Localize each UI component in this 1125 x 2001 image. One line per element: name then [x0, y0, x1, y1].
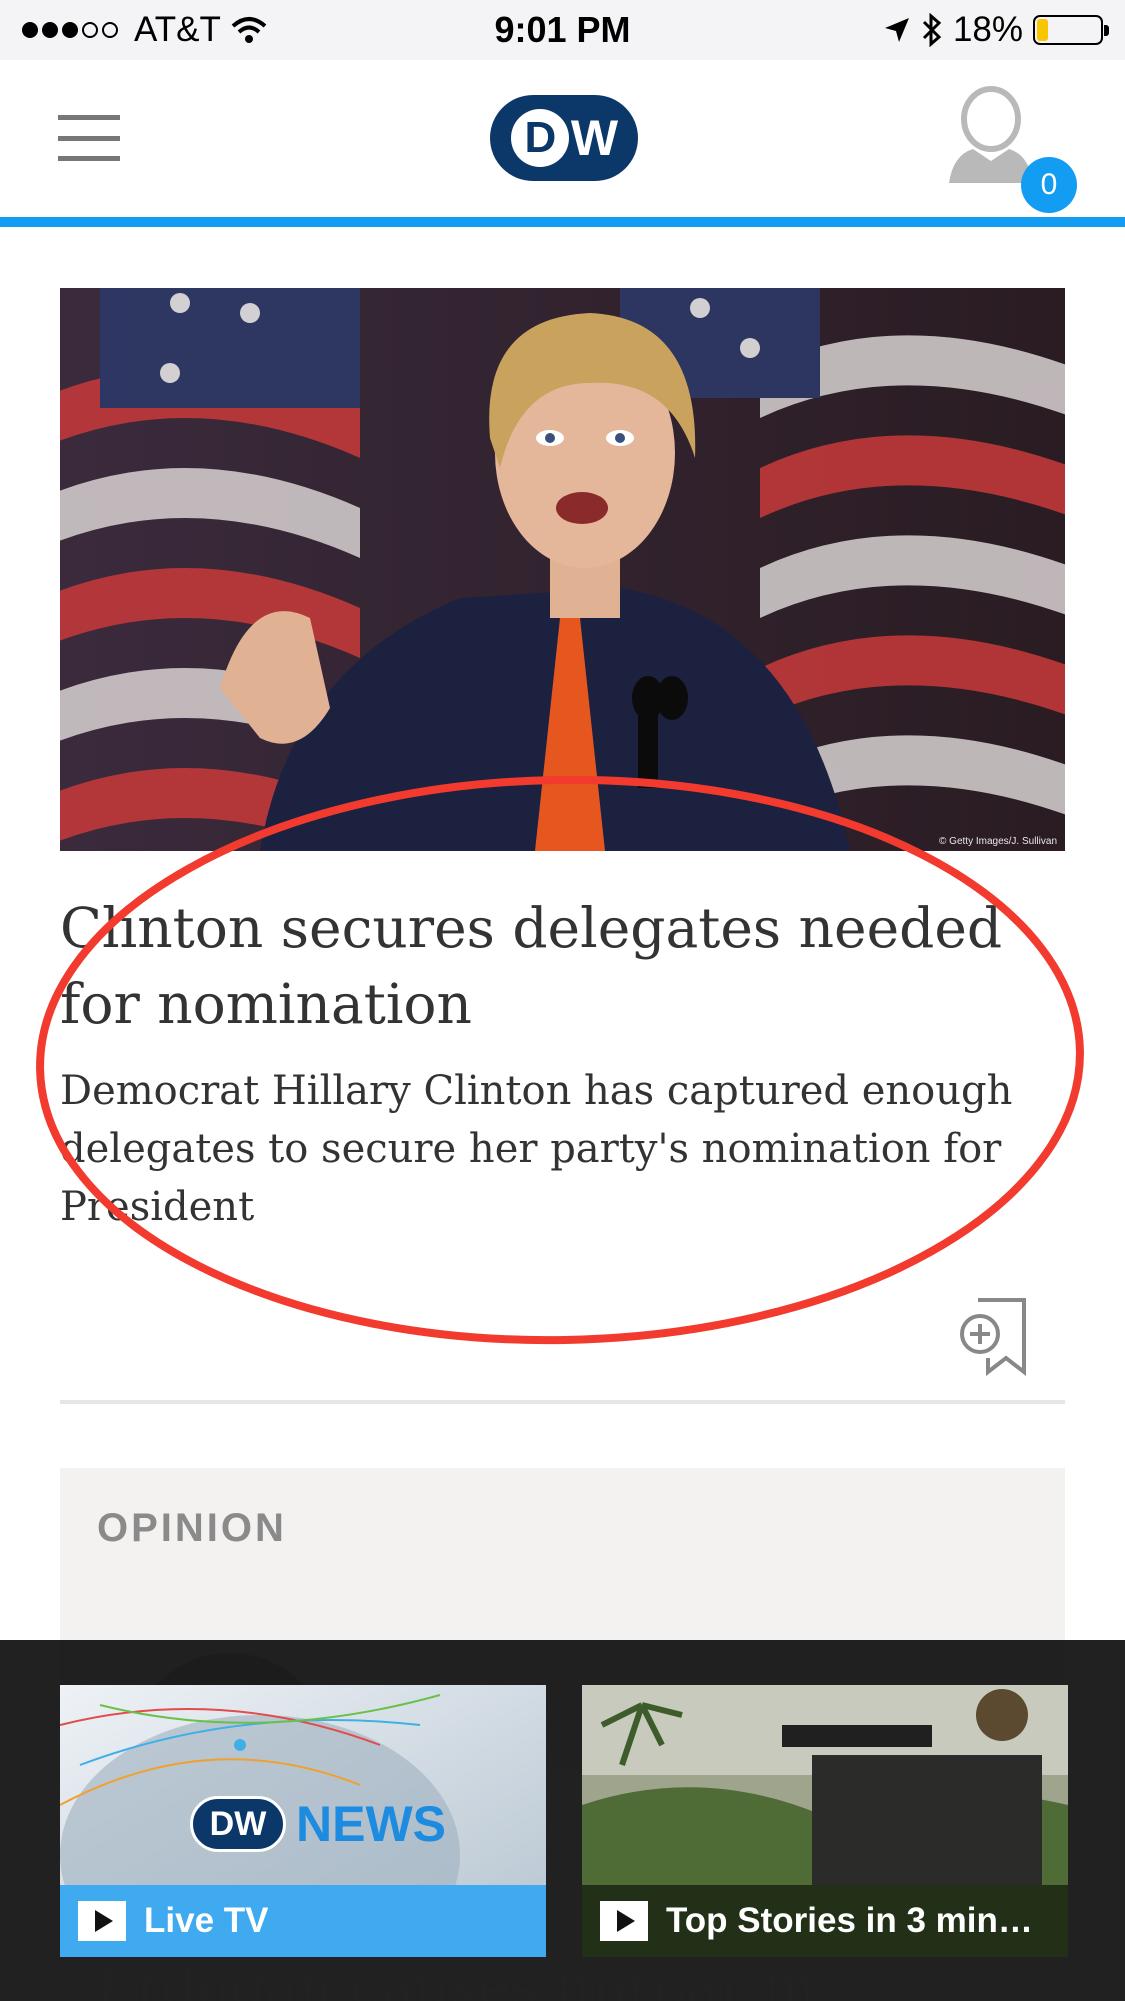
location-arrow-icon — [884, 18, 909, 42]
add-bookmark-button[interactable] — [958, 1296, 1030, 1377]
battery-level — [1037, 19, 1049, 41]
video-tray: DW NEWS Live TV Top Stories in 3 min… — [0, 1640, 1125, 2001]
live-tv-card[interactable]: DW NEWS Live TV — [60, 1685, 546, 1957]
wifi-icon — [231, 17, 267, 43]
article-headline[interactable]: Clinton secures delegates needed for nom… — [60, 890, 1060, 1042]
top-stories-label: Top Stories in 3 min… — [666, 1901, 1033, 1940]
battery-percent: 18% — [952, 10, 1023, 49]
status-left: AT&T — [22, 10, 267, 50]
image-credit: © Getty Images/J. Sullivan — [939, 836, 1057, 847]
top-stories-bar[interactable]: Top Stories in 3 min… — [582, 1885, 1068, 1957]
news-wordmark: NEWS — [296, 1796, 446, 1852]
dw-news-logo: DW NEWS — [190, 1795, 446, 1853]
app-header: D W 0 — [0, 60, 1125, 218]
status-bar: AT&T 9:01 PM 18% — [0, 0, 1125, 60]
hero-illustration — [60, 288, 1065, 851]
article-teaser[interactable]: Democrat Hillary Clinton has captured en… — [60, 1062, 1060, 1236]
carrier-name: AT&T — [134, 10, 221, 49]
next-headline-peek[interactable]: Erdogan causes uproar in — [95, 1955, 816, 2001]
logo-d-letter: D — [510, 109, 569, 167]
notification-badge: 0 — [1021, 157, 1077, 213]
status-right: 18% — [883, 10, 1109, 50]
dw-logo[interactable]: D W — [490, 95, 638, 181]
add-bookmark-icon — [960, 1298, 1026, 1377]
hamburger-menu-icon[interactable] — [58, 115, 120, 161]
play-icon — [78, 1901, 126, 1941]
opinion-section-title: OPINION — [97, 1506, 287, 1550]
user-profile-button[interactable]: 0 — [945, 85, 1077, 213]
battery-icon — [1033, 15, 1109, 45]
logo-w-letter: W — [570, 110, 618, 166]
article-hero-image[interactable]: © Getty Images/J. Sullivan — [60, 288, 1065, 851]
live-tv-label: Live TV — [144, 1901, 269, 1940]
bluetooth-icon — [922, 13, 942, 47]
header-accent-rule — [0, 217, 1125, 227]
section-divider — [60, 1400, 1065, 1404]
signal-strength-icon — [22, 22, 118, 38]
clock: 9:01 PM — [494, 9, 631, 50]
dw-news-badge: DW — [190, 1796, 286, 1852]
red-annotation-circle — [36, 775, 1084, 1345]
play-icon — [600, 1901, 648, 1941]
top-stories-card[interactable]: Top Stories in 3 min… — [582, 1685, 1068, 1957]
live-tv-bar[interactable]: Live TV — [60, 1885, 546, 1957]
